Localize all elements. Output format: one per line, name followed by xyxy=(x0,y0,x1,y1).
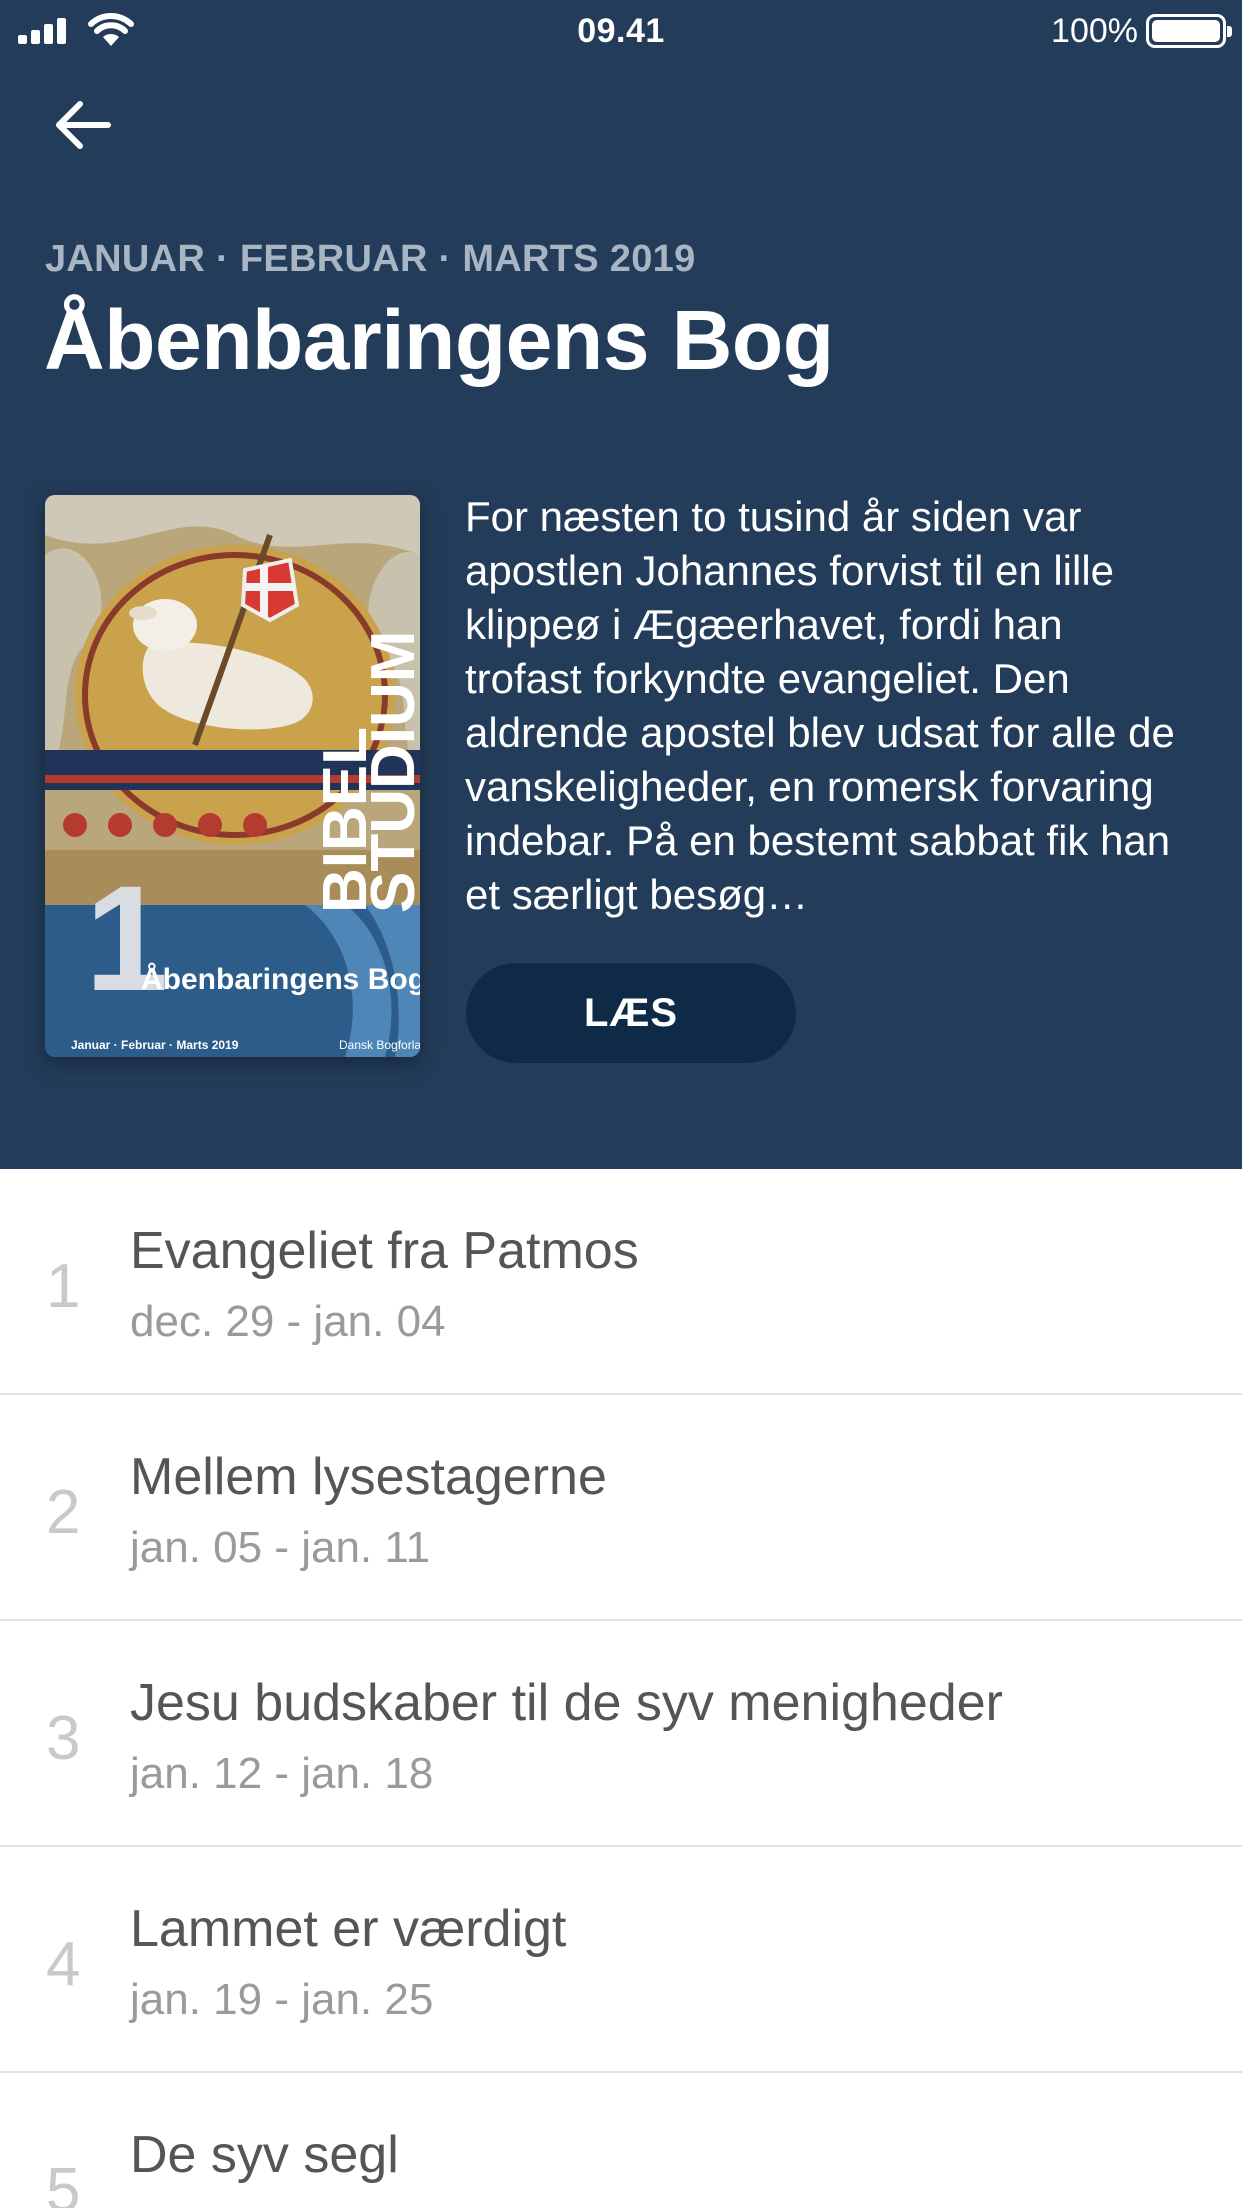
back-arrow-icon[interactable] xyxy=(50,92,116,158)
lesson-title: Mellem lysestagerne xyxy=(130,1448,607,1506)
cover-publisher: Dansk Bogforlag xyxy=(339,1038,420,1052)
lesson-item-2[interactable]: 2 Mellem lysestagerne jan. 05 - jan. 11 xyxy=(0,1395,1242,1621)
lesson-number: 4 xyxy=(46,1930,81,1999)
header: 09.41 100% JANUAR · FEBRUAR · MARTS 2019… xyxy=(0,0,1242,1169)
quarterly-description: For næsten to tusind år siden var apostl… xyxy=(465,493,1175,918)
battery-icon xyxy=(1146,14,1232,48)
lesson-dates: jan. 05 - jan. 11 xyxy=(130,1523,431,1572)
read-button[interactable]: LÆS xyxy=(466,963,796,1063)
status-bar: 09.41 100% xyxy=(0,0,1242,62)
lesson-item-3[interactable]: 3 Jesu budskaber til de syv menigheder j… xyxy=(0,1621,1242,1847)
cover-quarter: Januar · Februar · Marts 2019 xyxy=(71,1038,239,1052)
lesson-item-1[interactable]: 1 Evangeliet fra Patmos dec. 29 - jan. 0… xyxy=(0,1169,1242,1395)
cover-title: Åbenbaringens Bog xyxy=(141,963,420,996)
lesson-number: 2 xyxy=(46,1478,81,1547)
lesson-number: 5 xyxy=(46,2156,81,2208)
lesson-title: Jesu budskaber til de syv menigheder xyxy=(130,1674,1003,1732)
lesson-number: 3 xyxy=(46,1704,81,1773)
cover-series-title: BIBEL STUDIUM xyxy=(311,630,420,913)
lesson-title: De syv segl xyxy=(130,2126,399,2184)
lesson-title: Lammet er værdigt xyxy=(130,1900,567,1958)
lesson-title: Evangeliet fra Patmos xyxy=(130,1222,639,1280)
cover-image[interactable]: 1 BIBEL STUDIUM Åbenbaringens Bog Januar… xyxy=(45,495,420,1057)
quarter-label: JANUAR · FEBRUAR · MARTS 2019 xyxy=(45,238,696,280)
page-title: Åbenbaringens Bog xyxy=(44,293,834,387)
lesson-list: 1 Evangeliet fra Patmos dec. 29 - jan. 0… xyxy=(0,1169,1242,2208)
battery-percent: 100% xyxy=(1051,12,1138,50)
lesson-dates: jan. 12 - jan. 18 xyxy=(130,1749,434,1798)
lesson-number: 1 xyxy=(46,1252,81,1321)
lesson-dates: jan. 19 - jan. 25 xyxy=(130,1975,434,2024)
lesson-item-4[interactable]: 4 Lammet er værdigt jan. 19 - jan. 25 xyxy=(0,1847,1242,2073)
lesson-dates: dec. 29 - jan. 04 xyxy=(130,1297,446,1346)
lesson-item-5[interactable]: 5 De syv segl xyxy=(0,2073,1242,2208)
